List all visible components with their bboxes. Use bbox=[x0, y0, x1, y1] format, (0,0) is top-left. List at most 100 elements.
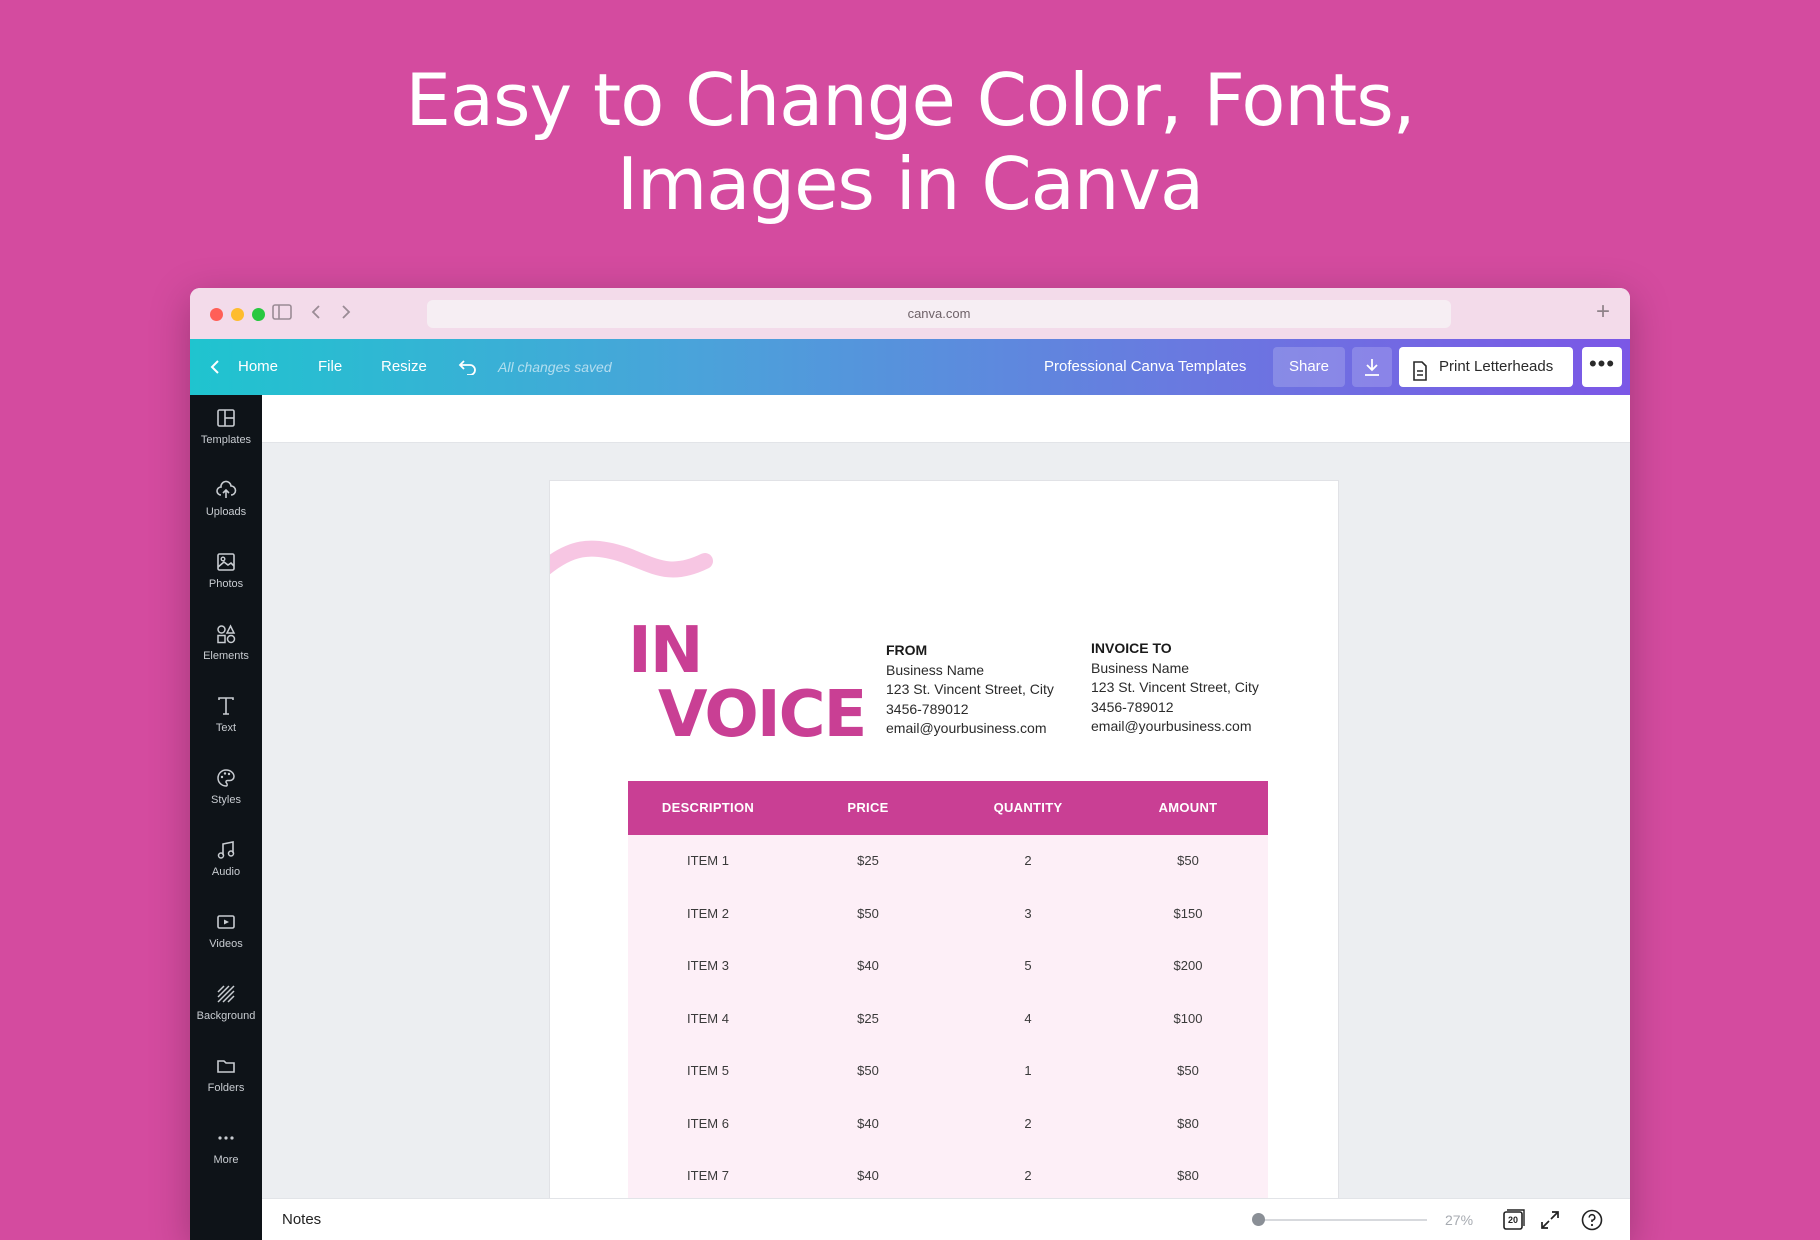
sidebar-item-label: Folders bbox=[207, 1082, 245, 1094]
to-business-name: Business Name bbox=[1091, 659, 1190, 676]
browser-titlebar: canva.com + bbox=[190, 288, 1630, 339]
decorative-squiggle bbox=[550, 540, 713, 578]
undo-icon[interactable] bbox=[458, 339, 478, 395]
zoom-slider-handle[interactable] bbox=[1252, 1213, 1265, 1226]
table-row: ITEM 6 $40 2 $80 bbox=[628, 1098, 1268, 1151]
upload-cloud-icon bbox=[216, 480, 237, 498]
sidebar-item-photos[interactable]: Photos bbox=[190, 539, 262, 601]
address-bar[interactable]: canva.com bbox=[427, 300, 1451, 328]
folder-icon bbox=[217, 1060, 235, 1073]
sidebar-item-label: Audio bbox=[211, 866, 241, 878]
sidebar-item-label: Uploads bbox=[205, 506, 247, 518]
text-icon bbox=[218, 697, 234, 715]
notes-button[interactable]: Notes bbox=[282, 1199, 321, 1240]
sidebar-item-more[interactable]: More bbox=[190, 1115, 262, 1177]
sidebar-item-label: More bbox=[213, 1154, 239, 1166]
sidebar-item-uploads[interactable]: Uploads bbox=[190, 467, 262, 529]
design-canvas-page[interactable]: IN VOICE FROM Business Name 123 St. Vinc… bbox=[550, 481, 1338, 1201]
table-cell: $25 bbox=[857, 1010, 879, 1026]
table-cell: $50 bbox=[857, 1063, 879, 1078]
sidebar-item-label: Photos bbox=[208, 578, 244, 590]
browser-window: canva.com + Home File Resize All changes… bbox=[190, 288, 1630, 1240]
invoice-title-line-2: VOICE bbox=[658, 678, 867, 752]
headline-line-2: Images in Canva bbox=[616, 142, 1204, 226]
table-cell: ITEM 4 bbox=[687, 1010, 729, 1026]
share-button[interactable]: Share bbox=[1273, 347, 1345, 387]
home-button[interactable]: Home bbox=[238, 339, 278, 395]
table-cell: ITEM 7 bbox=[687, 1168, 729, 1183]
sidebar-item-styles[interactable]: Styles bbox=[190, 755, 262, 817]
background-icon bbox=[217, 985, 235, 1003]
file-menu-button[interactable]: File bbox=[318, 339, 342, 395]
to-street: 123 St. Vincent Street, City bbox=[1091, 679, 1259, 695]
invoice-table[interactable]: DESCRIPTION PRICE QUANTITY AMOUNT ITEM 1… bbox=[628, 781, 1268, 1201]
invoice-table-body: ITEM 1 $25 2 $50 ITEM 2 $50 3 $150 ITEM … bbox=[628, 835, 1268, 1201]
fullscreen-icon[interactable] bbox=[1538, 1208, 1562, 1232]
table-cell: 1 bbox=[1024, 1063, 1032, 1078]
sidebar-item-audio[interactable]: Audio bbox=[190, 827, 262, 889]
table-cell: ITEM 1 bbox=[687, 853, 729, 868]
new-tab-icon[interactable]: + bbox=[1596, 298, 1610, 326]
sidebar-toggle-icon[interactable] bbox=[272, 302, 292, 326]
sidebar-item-folders[interactable]: Folders bbox=[190, 1043, 262, 1105]
photo-icon bbox=[217, 553, 235, 571]
forward-arrow-icon[interactable] bbox=[340, 302, 352, 326]
sidebar-item-elements[interactable]: Elements bbox=[190, 611, 262, 673]
table-cell: 5 bbox=[1024, 958, 1032, 973]
help-icon[interactable] bbox=[1580, 1208, 1604, 1232]
from-street: 123 St. Vincent Street, City bbox=[886, 681, 1054, 697]
sidebar-item-templates[interactable]: Templates bbox=[190, 395, 262, 457]
more-options-button[interactable]: ••• bbox=[1582, 347, 1622, 387]
from-heading: FROM bbox=[886, 642, 928, 658]
back-chevron-icon[interactable] bbox=[210, 339, 220, 395]
document-icon bbox=[1412, 357, 1428, 397]
table-cell: $50 bbox=[857, 905, 879, 921]
from-address-block[interactable]: FROM Business Name 123 St. Vincent Stree… bbox=[886, 641, 1054, 739]
context-toolbar bbox=[262, 395, 1630, 443]
minimize-window-button[interactable] bbox=[231, 308, 244, 321]
sidebar-item-background[interactable]: Background bbox=[190, 971, 262, 1033]
table-row: ITEM 7 $40 2 $80 bbox=[628, 1150, 1268, 1201]
print-letterheads-button[interactable]: Print Letterheads bbox=[1399, 347, 1573, 387]
table-cell: ITEM 5 bbox=[687, 1063, 729, 1078]
table-cell: $40 bbox=[857, 1115, 879, 1131]
table-cell: 2 bbox=[1024, 1115, 1032, 1131]
sidebar-item-text[interactable]: Text bbox=[190, 683, 262, 745]
download-icon bbox=[1365, 358, 1379, 376]
table-cell: $50 bbox=[1177, 1063, 1199, 1078]
column-header: DESCRIPTION bbox=[661, 800, 755, 815]
to-phone: 3456-789012 bbox=[1091, 698, 1174, 715]
to-email: email@yourbusiness.com bbox=[1091, 718, 1252, 734]
back-arrow-icon[interactable] bbox=[310, 302, 322, 326]
table-row: ITEM 3 $40 5 $200 bbox=[628, 940, 1268, 993]
editor-sidebar: Templates Uploads Photos Elements Text S… bbox=[190, 395, 262, 1240]
table-cell: 2 bbox=[1024, 853, 1032, 868]
table-cell: ITEM 6 bbox=[687, 1115, 729, 1131]
templates-icon bbox=[217, 409, 235, 427]
download-button[interactable] bbox=[1352, 347, 1392, 387]
close-window-button[interactable] bbox=[210, 308, 223, 321]
table-row: ITEM 4 $25 4 $100 bbox=[628, 993, 1268, 1046]
table-row: ITEM 5 $50 1 $50 bbox=[628, 1045, 1268, 1098]
sidebar-item-videos[interactable]: Videos bbox=[190, 899, 262, 961]
print-letterheads-label: Print Letterheads bbox=[1439, 358, 1554, 375]
palette-icon bbox=[217, 769, 235, 787]
invoice-to-address-block[interactable]: INVOICE TO Business Name 123 St. Vincent… bbox=[1091, 639, 1259, 737]
video-icon bbox=[217, 915, 235, 929]
music-note-icon bbox=[217, 841, 235, 859]
invoice-title[interactable]: IN VOICE bbox=[628, 619, 867, 752]
zoom-level[interactable]: 27% bbox=[1445, 1199, 1473, 1240]
editor-toolbar: Home File Resize All changes saved Profe… bbox=[190, 339, 1630, 395]
page-grid-button[interactable]: 20 bbox=[1502, 1208, 1526, 1232]
more-dots-icon: ••• bbox=[1588, 351, 1616, 376]
resize-button[interactable]: Resize bbox=[381, 339, 427, 395]
zoom-slider-track[interactable] bbox=[1262, 1219, 1427, 1221]
sidebar-item-label: Background bbox=[196, 1010, 256, 1022]
table-cell: $40 bbox=[857, 958, 879, 973]
sidebar-item-label: Text bbox=[215, 722, 237, 734]
headline: Easy to Change Color, Fonts, Images in C… bbox=[0, 58, 1820, 226]
elements-icon bbox=[217, 624, 236, 644]
maximize-window-button[interactable] bbox=[252, 308, 265, 321]
document-title[interactable]: Professional Canva Templates bbox=[1044, 339, 1246, 395]
table-cell: $80 bbox=[1177, 1168, 1199, 1183]
